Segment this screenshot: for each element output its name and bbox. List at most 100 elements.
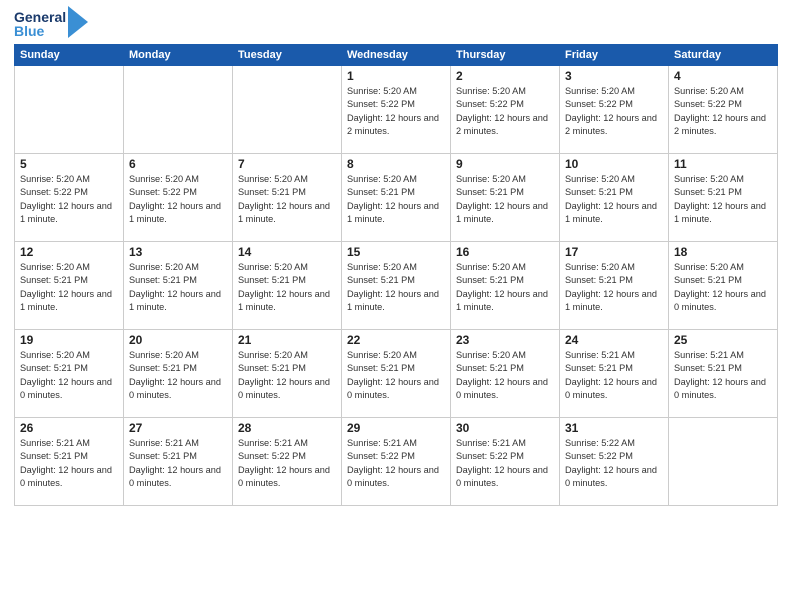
calendar-week-row: 26Sunrise: 5:21 AM Sunset: 5:21 PM Dayli… — [15, 418, 778, 506]
calendar-cell — [15, 66, 124, 154]
day-info: Sunrise: 5:20 AM Sunset: 5:21 PM Dayligh… — [238, 349, 336, 402]
calendar-cell: 20 Sunrise: 5:20 AM Sunset: 5:21 PM Dayli… — [124, 330, 233, 418]
calendar-cell: 21 Sunrise: 5:20 AM Sunset: 5:21 PM Dayli… — [233, 330, 342, 418]
day-number: 24 — [565, 333, 663, 347]
calendar-cell: 19Sunrise: 5:20 AM Sunset: 5:21 PM Dayli… — [15, 330, 124, 418]
logo-general-text: General — [14, 10, 66, 24]
day-info: Sunrise: 5:20 AM Sunset: 5:21 PM Dayligh… — [238, 261, 336, 314]
calendar-cell: 13 Sunrise: 5:20 AM Sunset: 5:21 PM Dayli… — [124, 242, 233, 330]
day-number: 21 — [238, 333, 336, 347]
day-number: 25 — [674, 333, 772, 347]
day-number: 19 — [20, 333, 118, 347]
calendar-cell: 7 Sunrise: 5:20 AM Sunset: 5:21 PM Daylig… — [233, 154, 342, 242]
calendar-cell: 26Sunrise: 5:21 AM Sunset: 5:21 PM Dayli… — [15, 418, 124, 506]
day-info: Sunrise: 5:21 AM Sunset: 5:21 PM Dayligh… — [565, 349, 663, 402]
day-number: 15 — [347, 245, 445, 259]
day-number: 30 — [456, 421, 554, 435]
day-info: Sunrise: 5:20 AM Sunset: 5:21 PM Dayligh… — [565, 173, 663, 226]
calendar-cell — [669, 418, 778, 506]
calendar-week-row: 19 Sunrise: 5:20 AM Sunset: 5:21 PM Dayli… — [15, 330, 778, 418]
day-number: 8 — [347, 157, 445, 171]
day-number: 23 — [456, 333, 554, 347]
calendar-cell: 11 Sunrise: 5:20 AM Sunset: 5:21 PM Dayli… — [669, 154, 778, 242]
day-number: 22 — [347, 333, 445, 347]
day-info: Sunrise: 5:20 AM Sunset: 5:21 PM Dayligh… — [674, 261, 772, 314]
day-number: 13 — [129, 245, 227, 259]
day-info: Sunrise: 5:20 AM Sunset: 5:21 PM Dayligh… — [456, 349, 554, 402]
calendar-header-saturday: Saturday — [669, 45, 778, 66]
day-info: Sunrise: 5:20 AM Sunset: 5:21 PM Dayligh… — [20, 261, 118, 314]
day-number: 31 — [565, 421, 663, 435]
calendar-cell: 14 Sunrise: 5:20 AM Sunset: 5:21 PM Dayli… — [233, 242, 342, 330]
day-number: 14 — [238, 245, 336, 259]
day-number: 20 — [129, 333, 227, 347]
day-info: Sunrise: 5:21 AM Sunset: 5:22 PM Dayligh… — [347, 437, 445, 490]
logo-display: General Blue — [14, 10, 88, 38]
calendar-cell — [124, 66, 233, 154]
calendar-cell: 10Sunrise: 5:20 AM Sunset: 5:21 PM Dayli… — [560, 154, 669, 242]
day-info: Sunrise: 5:20 AM Sunset: 5:22 PM Dayligh… — [347, 85, 445, 138]
calendar-cell: 30 Sunrise: 5:21 AM Sunset: 5:22 PM Dayli… — [451, 418, 560, 506]
calendar-cell: 6 Sunrise: 5:20 AM Sunset: 5:22 PM Daylig… — [124, 154, 233, 242]
calendar-header-tuesday: Tuesday — [233, 45, 342, 66]
page: General Blue SundayMondayTuesdayWednesda… — [0, 0, 792, 612]
day-info: Sunrise: 5:21 AM Sunset: 5:21 PM Dayligh… — [129, 437, 227, 490]
day-number: 3 — [565, 69, 663, 83]
day-info: Sunrise: 5:22 AM Sunset: 5:22 PM Dayligh… — [565, 437, 663, 490]
logo-arrow-icon — [68, 6, 88, 38]
calendar-cell: 3Sunrise: 5:20 AM Sunset: 5:22 PM Daylig… — [560, 66, 669, 154]
day-number: 2 — [456, 69, 554, 83]
calendar-header-monday: Monday — [124, 45, 233, 66]
day-number: 18 — [674, 245, 772, 259]
calendar-cell: 23 Sunrise: 5:20 AM Sunset: 5:21 PM Dayli… — [451, 330, 560, 418]
day-info: Sunrise: 5:20 AM Sunset: 5:21 PM Dayligh… — [456, 173, 554, 226]
calendar-cell: 2 Sunrise: 5:20 AM Sunset: 5:22 PM Daylig… — [451, 66, 560, 154]
day-number: 17 — [565, 245, 663, 259]
calendar-week-row: 1 Sunrise: 5:20 AM Sunset: 5:22 PM Daylig… — [15, 66, 778, 154]
day-info: Sunrise: 5:20 AM Sunset: 5:22 PM Dayligh… — [129, 173, 227, 226]
day-info: Sunrise: 5:20 AM Sunset: 5:21 PM Dayligh… — [238, 173, 336, 226]
day-info: Sunrise: 5:21 AM Sunset: 5:21 PM Dayligh… — [20, 437, 118, 490]
day-info: Sunrise: 5:20 AM Sunset: 5:21 PM Dayligh… — [674, 173, 772, 226]
header: General Blue — [14, 10, 778, 38]
day-number: 9 — [456, 157, 554, 171]
day-number: 29 — [347, 421, 445, 435]
calendar-cell: 22Sunrise: 5:20 AM Sunset: 5:21 PM Dayli… — [342, 330, 451, 418]
calendar-header-friday: Friday — [560, 45, 669, 66]
day-info: Sunrise: 5:21 AM Sunset: 5:22 PM Dayligh… — [456, 437, 554, 490]
day-info: Sunrise: 5:21 AM Sunset: 5:22 PM Dayligh… — [238, 437, 336, 490]
calendar-cell: 31 Sunrise: 5:22 AM Sunset: 5:22 PM Dayli… — [560, 418, 669, 506]
calendar-cell: 18 Sunrise: 5:20 AM Sunset: 5:21 PM Dayli… — [669, 242, 778, 330]
day-info: Sunrise: 5:20 AM Sunset: 5:21 PM Dayligh… — [347, 173, 445, 226]
calendar-header-sunday: Sunday — [15, 45, 124, 66]
calendar-cell: 5 Sunrise: 5:20 AM Sunset: 5:22 PM Daylig… — [15, 154, 124, 242]
day-info: Sunrise: 5:20 AM Sunset: 5:21 PM Dayligh… — [129, 261, 227, 314]
calendar-cell: 29 Sunrise: 5:21 AM Sunset: 5:22 PM Dayli… — [342, 418, 451, 506]
calendar-header-thursday: Thursday — [451, 45, 560, 66]
day-number: 6 — [129, 157, 227, 171]
day-info: Sunrise: 5:20 AM Sunset: 5:21 PM Dayligh… — [456, 261, 554, 314]
calendar-cell: 25 Sunrise: 5:21 AM Sunset: 5:21 PM Dayli… — [669, 330, 778, 418]
calendar-week-row: 12Sunrise: 5:20 AM Sunset: 5:21 PM Dayli… — [15, 242, 778, 330]
day-number: 1 — [347, 69, 445, 83]
day-info: Sunrise: 5:20 AM Sunset: 5:21 PM Dayligh… — [565, 261, 663, 314]
day-number: 7 — [238, 157, 336, 171]
calendar-cell: 27 Sunrise: 5:21 AM Sunset: 5:21 PM Dayli… — [124, 418, 233, 506]
calendar-week-row: 5 Sunrise: 5:20 AM Sunset: 5:22 PM Daylig… — [15, 154, 778, 242]
calendar-cell: 1 Sunrise: 5:20 AM Sunset: 5:22 PM Daylig… — [342, 66, 451, 154]
calendar-cell: 9 Sunrise: 5:20 AM Sunset: 5:21 PM Daylig… — [451, 154, 560, 242]
day-info: Sunrise: 5:20 AM Sunset: 5:22 PM Dayligh… — [456, 85, 554, 138]
calendar-cell: 24 Sunrise: 5:21 AM Sunset: 5:21 PM Dayli… — [560, 330, 669, 418]
day-info: Sunrise: 5:20 AM Sunset: 5:21 PM Dayligh… — [129, 349, 227, 402]
day-info: Sunrise: 5:21 AM Sunset: 5:21 PM Dayligh… — [674, 349, 772, 402]
calendar-cell: 28Sunrise: 5:21 AM Sunset: 5:22 PM Dayli… — [233, 418, 342, 506]
day-number: 5 — [20, 157, 118, 171]
calendar-header-row: SundayMondayTuesdayWednesdayThursdayFrid… — [15, 45, 778, 66]
calendar-cell: 8 Sunrise: 5:20 AM Sunset: 5:21 PM Daylig… — [342, 154, 451, 242]
day-number: 11 — [674, 157, 772, 171]
day-info: Sunrise: 5:20 AM Sunset: 5:22 PM Dayligh… — [20, 173, 118, 226]
calendar-cell: 4Sunrise: 5:20 AM Sunset: 5:22 PM Daylig… — [669, 66, 778, 154]
day-number: 27 — [129, 421, 227, 435]
calendar-header-wednesday: Wednesday — [342, 45, 451, 66]
calendar-cell: 12Sunrise: 5:20 AM Sunset: 5:21 PM Dayli… — [15, 242, 124, 330]
